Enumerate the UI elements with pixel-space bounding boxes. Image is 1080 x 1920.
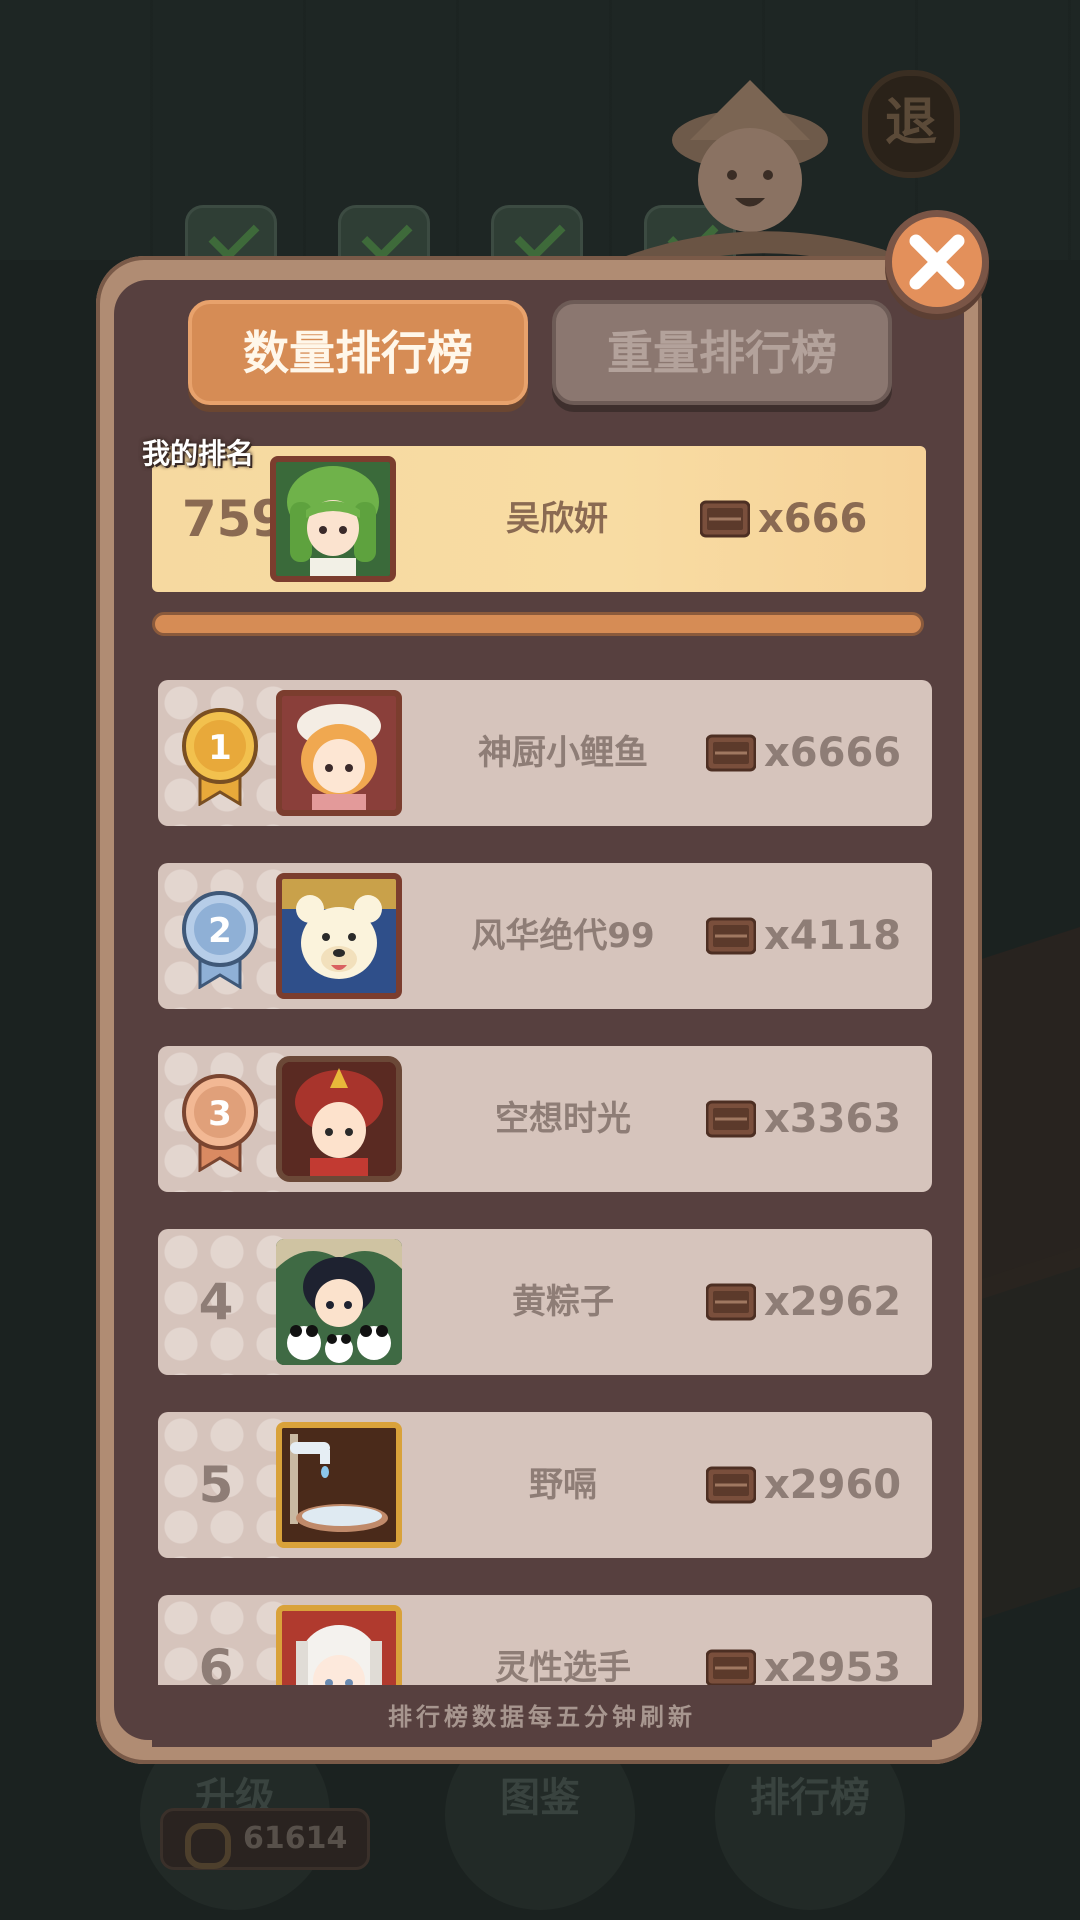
close-icon [909, 234, 965, 290]
avatar-chef-girl-icon [282, 696, 396, 810]
chest-icon [706, 1649, 756, 1685]
player-avatar [276, 1422, 402, 1548]
rank-number: 5 [198, 1456, 234, 1514]
player-name: 野嗝 [529, 1465, 597, 1505]
gold-medal-icon: 1 [182, 708, 258, 806]
player-score-value: x2953 [764, 1645, 902, 1685]
player-avatar [276, 873, 402, 999]
rank-number: 6 [198, 1639, 234, 1685]
my-player-name: 吴欣妍 [506, 499, 608, 539]
player-score: x3363 [706, 1046, 901, 1192]
player-score: x2960 [706, 1412, 901, 1558]
medal-rank-label: 1 [208, 728, 232, 768]
leaderboard-row[interactable]: 1 神厨小鲤鱼 x6666 [158, 680, 932, 826]
my-rank-row: 759 吴欣妍 x666 [152, 446, 926, 592]
chest-icon [706, 734, 756, 772]
coin-counter: 61614 [160, 1808, 370, 1870]
leaderboard-row[interactable]: 5 野嗝 x2960 [158, 1412, 932, 1558]
leaderboard-row[interactable]: 3 空想时光 x3363 [158, 1046, 932, 1192]
leaderboard-list[interactable]: 1 神厨小鲤鱼 x6666 2 风华绝代99 x4118 3 空想时光 x336… [152, 662, 932, 1685]
player-avatar [276, 1605, 402, 1685]
player-score: x2953 [706, 1595, 901, 1685]
player-score-value: x4118 [764, 913, 902, 959]
leaderboard-row[interactable]: 2 风华绝代99 x4118 [158, 863, 932, 1009]
player-score: x6666 [706, 680, 901, 826]
leaderboard-row[interactable]: 4 黄粽子 x2962 [158, 1229, 932, 1375]
my-rank-label: 我的排名 [142, 437, 255, 470]
medal-rank-label: 2 [208, 911, 232, 951]
chest-icon [700, 500, 750, 538]
player-avatar [276, 690, 402, 816]
chest-icon [706, 1466, 756, 1504]
chest-icon [706, 917, 756, 955]
rank-number: 4 [198, 1273, 234, 1331]
player-score-value: x2960 [764, 1462, 902, 1508]
avatar-white-hair-girl-icon [282, 1611, 396, 1685]
avatar-warrior-boy-icon [282, 1062, 396, 1176]
player-score-value: x2962 [764, 1279, 902, 1325]
refresh-note: 排行榜数据每五分钟刷新 [152, 1687, 932, 1747]
player-avatar [276, 1239, 402, 1365]
player-name: 黄粽子 [512, 1282, 614, 1322]
player-name: 神厨小鲤鱼 [478, 733, 648, 773]
my-score: x666 [700, 446, 867, 592]
avatar-green-hair-girl-icon [276, 462, 390, 576]
player-name: 风华绝代99 [471, 916, 655, 956]
player-name: 空想时光 [495, 1099, 631, 1139]
close-button[interactable] [885, 210, 989, 314]
player-score: x4118 [706, 863, 901, 1009]
chest-icon [706, 1283, 756, 1321]
tab-weight-leaderboard[interactable]: 重量排行榜 [552, 300, 892, 405]
tab-count-leaderboard[interactable]: 数量排行榜 [188, 300, 528, 405]
avatar-bear-icon [282, 879, 396, 993]
player-name: 灵性选手 [495, 1648, 631, 1685]
player-score: x2962 [706, 1229, 901, 1375]
silver-medal-icon: 2 [182, 891, 258, 989]
my-score-value: x666 [758, 496, 868, 542]
my-avatar [270, 456, 396, 582]
bronze-medal-icon: 3 [182, 1074, 258, 1172]
avatar-water-tap-icon [282, 1428, 396, 1542]
player-avatar [276, 1056, 402, 1182]
medal-rank-label: 3 [208, 1094, 232, 1134]
chest-icon [706, 1100, 756, 1138]
player-score-value: x3363 [764, 1096, 902, 1142]
player-score-value: x6666 [764, 730, 902, 776]
leaderboard-row[interactable]: 6 灵性选手 x2953 [158, 1595, 932, 1685]
divider-bar [152, 612, 924, 636]
avatar-boy-with-pandas-icon [276, 1239, 402, 1365]
